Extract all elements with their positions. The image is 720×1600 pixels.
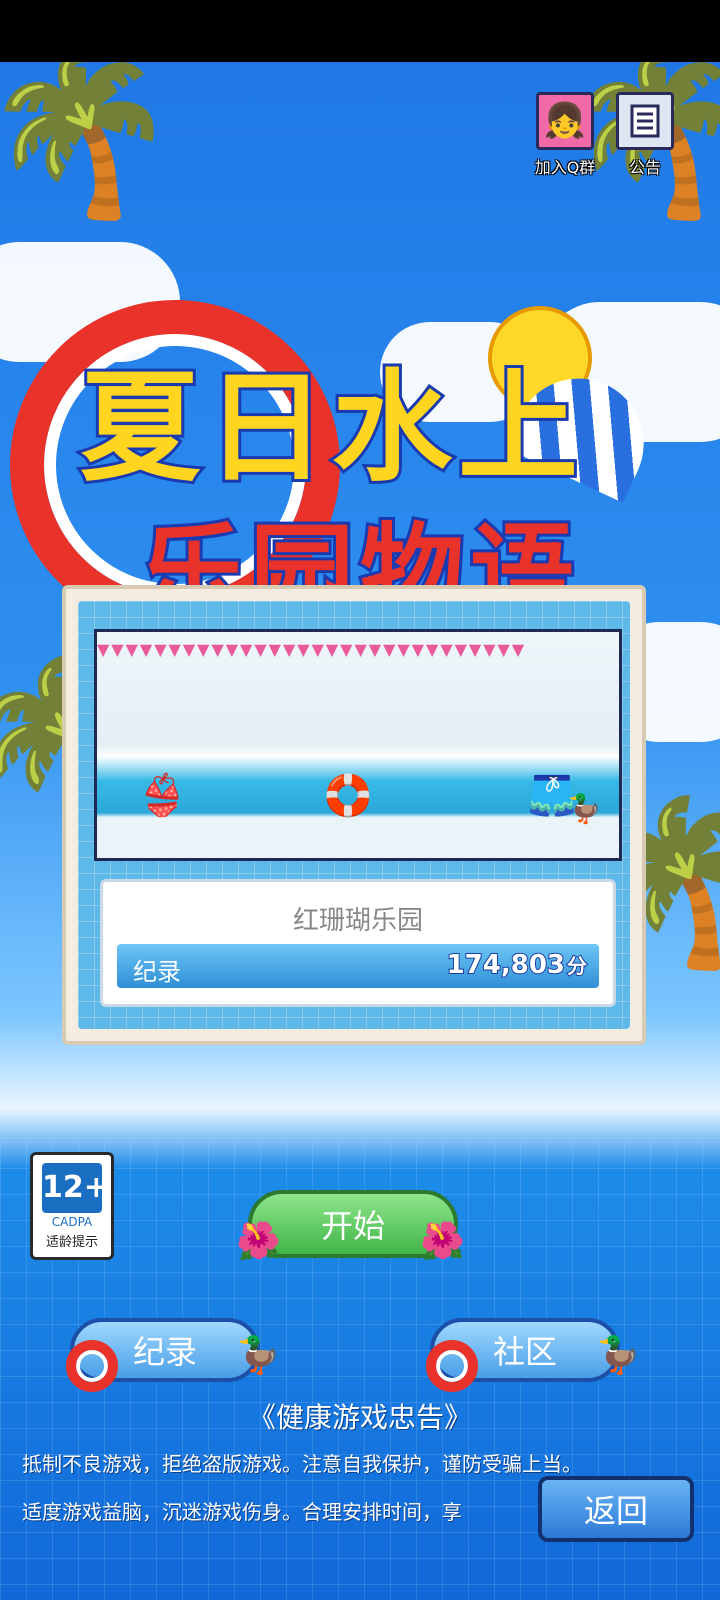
record-label: 纪录: [133, 958, 181, 986]
palm-tree-icon: 🌴: [0, 62, 180, 225]
age-rating-tip: 适龄提示: [45, 1235, 98, 1250]
record-unit: 分: [566, 953, 588, 979]
age-rating-badge[interactable]: 12+ CADPA 适龄提示: [30, 1152, 114, 1260]
back-button[interactable]: 返回: [538, 1476, 694, 1542]
park-save-panel[interactable]: ▼▼▼▼▼▼▼▼▼▼▼▼▼▼▼▼▼▼▼▼▼▼▼▼▼▼▼▼▼▼ 👙 🛟 🩳 🦆 红…: [62, 585, 646, 1045]
lifebuoy-icon: [66, 1340, 118, 1392]
qq-group-avatar-icon: 👧: [536, 92, 594, 150]
health-notice-title: 《健康游戏忠告》: [247, 1401, 472, 1434]
park-preview-image: ▼▼▼▼▼▼▼▼▼▼▼▼▼▼▼▼▼▼▼▼▼▼▼▼▼▼▼▼▼▼ 👙 🛟 🩳 🦆: [94, 629, 622, 861]
join-qq-group-label: 加入Q群: [534, 158, 596, 177]
rubber-duck-icon: 🦆: [236, 1335, 281, 1376]
hibiscus-flower-icon: 🌺: [236, 1221, 281, 1262]
status-bar: [0, 0, 720, 62]
rubber-duck-icon: 🦆: [596, 1335, 641, 1376]
rubber-duck-icon: 🦆: [567, 792, 602, 825]
swimmer-float-icon: 🛟: [323, 773, 373, 819]
notice-document-icon: [616, 92, 674, 150]
park-name: 红珊瑚乐园: [292, 906, 423, 936]
back-button-label: 返回: [583, 1492, 648, 1530]
announcement-label: 公告: [628, 158, 661, 177]
record-button-label: 纪录: [132, 1333, 197, 1371]
announcement-button[interactable]: 公告: [608, 92, 682, 178]
hibiscus-flower-icon: 🌺: [420, 1221, 465, 1262]
game-logo-line2: 乐园物语: [140, 509, 581, 588]
community-button-label: 社区: [492, 1333, 557, 1371]
park-info-box: 红珊瑚乐园 纪录 174,803 分: [100, 879, 616, 1007]
record-value: 174,803: [446, 949, 566, 981]
record-bar: 纪录 174,803 分: [117, 944, 599, 988]
join-qq-group-button[interactable]: 👧 加入Q群: [528, 92, 602, 178]
lifebuoy-icon: [426, 1340, 478, 1392]
swimmer-girl-icon: 👙: [137, 773, 187, 819]
record-value-wrap: 174,803 分: [446, 949, 588, 981]
game-logo-line1: 夏日水上: [77, 356, 584, 501]
start-button-label: 开始: [320, 1207, 385, 1245]
age-rating-number: 12+: [42, 1163, 109, 1213]
age-rating-org: CADPA: [51, 1215, 93, 1229]
health-notice-line1: 抵制不良游戏，拒绝盗版游戏。注意自我保护，谨防受骗上当。: [22, 1452, 582, 1476]
health-notice-line2: 适度游戏益脑，沉迷游戏伤身。合理安排时间，享: [22, 1500, 462, 1524]
bunting-flags: ▼▼▼▼▼▼▼▼▼▼▼▼▼▼▼▼▼▼▼▼▼▼▼▼▼▼▼▼▼▼: [97, 640, 527, 659]
